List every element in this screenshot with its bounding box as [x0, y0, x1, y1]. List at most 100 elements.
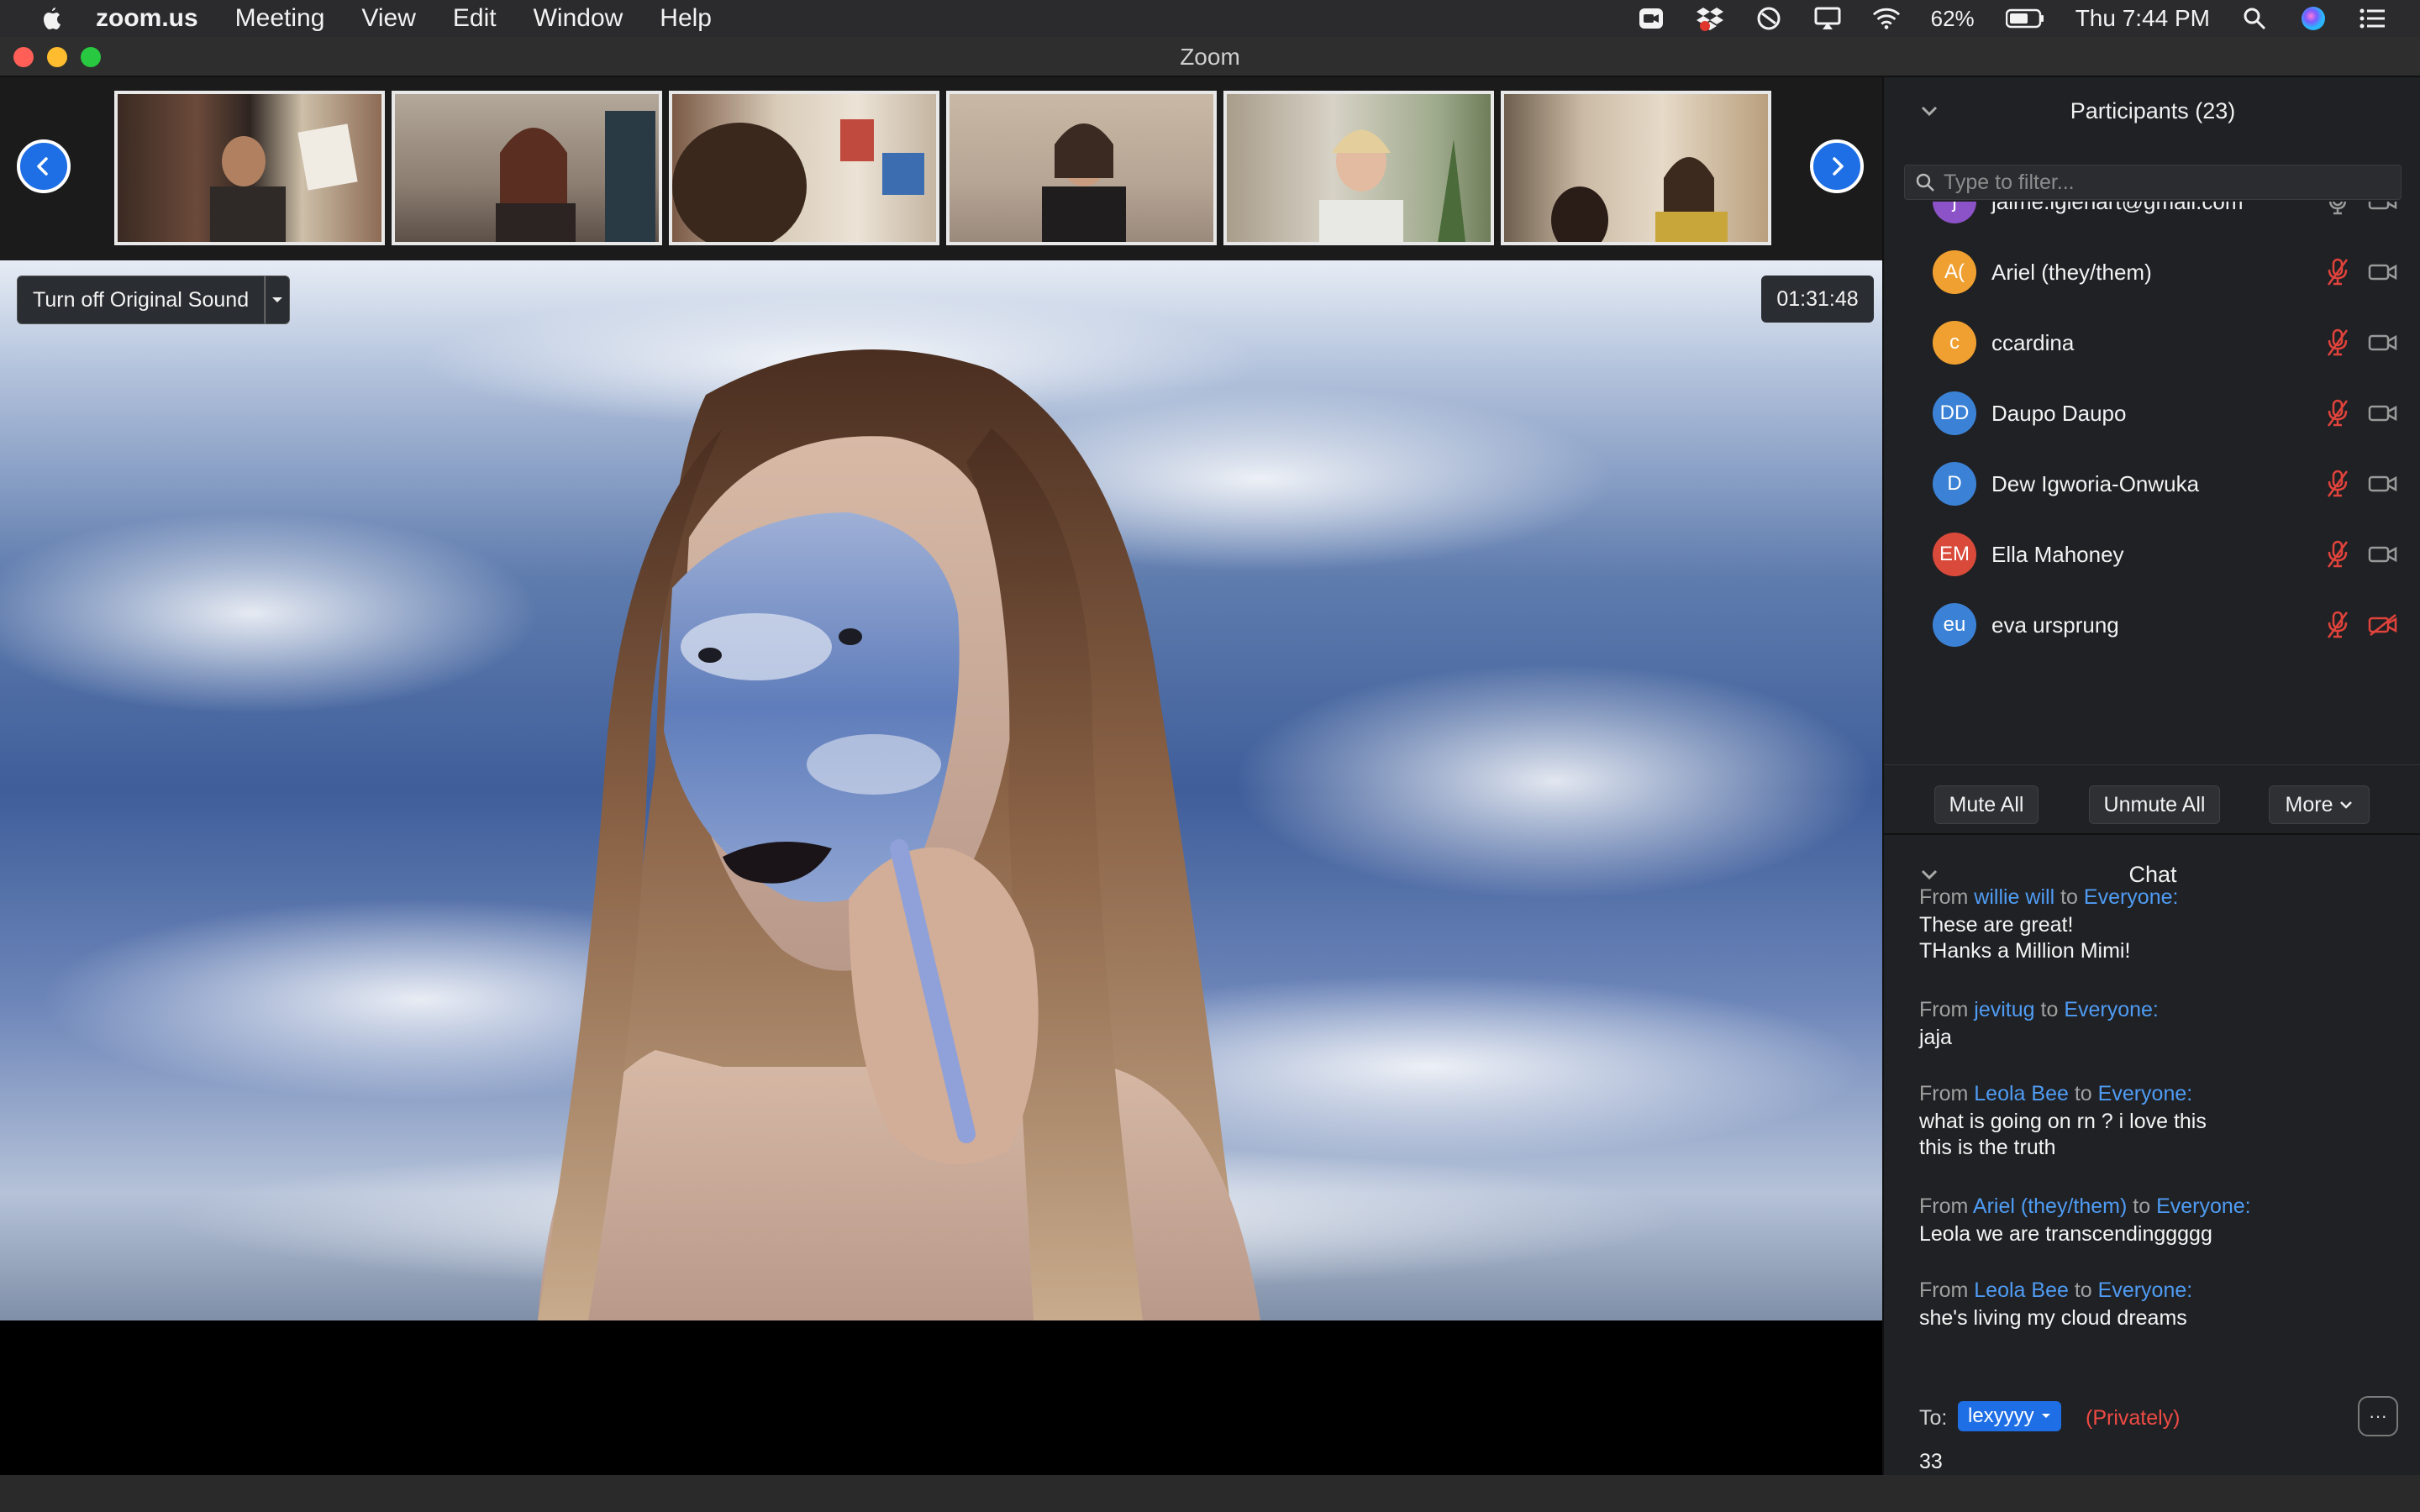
video-camera-icon[interactable]: [2366, 469, 2400, 499]
chat-message: From Leola Bee to Everyone: she's living …: [1919, 1278, 2407, 1331]
chat-message-text: this is the truth: [1919, 1136, 2056, 1159]
active-speaker-video[interactable]: [0, 260, 1882, 1320]
chat-sender[interactable]: Leola Bee: [1974, 1278, 2069, 1302]
video-off-icon[interactable]: [2366, 610, 2400, 640]
menu-bar: zoom.us Meeting View Edit Window Help 62…: [0, 0, 2420, 37]
window-title: Zoom: [1180, 44, 1240, 70]
side-panel: Participants (23) j jaime.iglehart@gmail.…: [1882, 77, 2420, 1512]
mic-muted-icon[interactable]: [2324, 257, 2351, 287]
thumbnail-strip: [0, 77, 1882, 260]
participant-row[interactable]: D Dew Igworia-Onwuka: [1884, 449, 2420, 519]
chat-message: From Leola Bee to Everyone: what is going…: [1919, 1082, 2407, 1160]
mute-all-button[interactable]: Mute All: [1934, 785, 2039, 824]
chat-message: From jevitug to Everyone: jaja: [1919, 998, 2407, 1050]
chat-recipient-select[interactable]: lexyyyy: [1958, 1401, 2061, 1431]
participant-row[interactable]: eu eva ursprung: [1884, 590, 2420, 660]
menu-view[interactable]: View: [361, 4, 415, 33]
participant-name: Daupo Daupo: [1991, 400, 2127, 426]
participant-filter[interactable]: [1904, 165, 2402, 200]
menu-edit[interactable]: Edit: [453, 4, 497, 33]
participant-thumbnail[interactable]: [114, 91, 385, 245]
more-button-label: More: [2285, 792, 2333, 816]
video-camera-icon[interactable]: [2366, 398, 2400, 428]
collapse-chat-icon[interactable]: [1919, 864, 1939, 885]
chat-recipient[interactable]: Everyone:: [2064, 998, 2159, 1021]
chat-to-word: to: [2074, 1278, 2092, 1302]
chat-from-label: From: [1919, 885, 1969, 909]
original-sound-control: Turn off Original Sound: [17, 276, 291, 324]
participant-thumbnail[interactable]: [669, 91, 939, 245]
chat-sender[interactable]: jevitug: [1974, 998, 2034, 1021]
video-camera-icon[interactable]: [2366, 257, 2400, 287]
participant-row[interactable]: c ccardina: [1884, 307, 2420, 378]
previous-page-button[interactable]: [17, 139, 71, 193]
control-center-icon[interactable]: [2358, 6, 2386, 31]
avatar: eu: [1933, 603, 1976, 647]
chat-recipient[interactable]: Everyone:: [2098, 1082, 2193, 1105]
search-icon: [1916, 173, 1934, 192]
chat-to-word: to: [2074, 1082, 2092, 1105]
participants-header: Participants (23): [1884, 77, 2420, 144]
wifi-icon[interactable]: [1872, 6, 1901, 31]
participant-filter-input[interactable]: [1944, 170, 2401, 195]
airplay-icon[interactable]: [1813, 6, 1842, 31]
search-icon[interactable]: [2240, 6, 2269, 31]
mic-muted-icon[interactable]: [2324, 610, 2351, 640]
unmute-all-button[interactable]: Unmute All: [2089, 785, 2220, 824]
chat-message-text: she's living my cloud dreams: [1919, 1306, 2187, 1330]
more-button[interactable]: More: [2269, 785, 2370, 824]
participant-thumbnail[interactable]: [392, 91, 662, 245]
participant-thumbnail[interactable]: [1223, 91, 1494, 245]
participant-name: Ariel (they/them): [1991, 259, 2152, 285]
siri-icon[interactable]: [2299, 6, 2328, 31]
chat-more-options-button[interactable]: ···: [2358, 1396, 2398, 1436]
zoom-status-icon[interactable]: [1637, 6, 1665, 31]
menu-meeting[interactable]: Meeting: [235, 4, 325, 33]
mic-muted-icon[interactable]: [2324, 398, 2351, 428]
participant-thumbnail[interactable]: [946, 91, 1217, 245]
participant-name: eva ursprung: [1991, 612, 2119, 638]
mic-muted-icon[interactable]: [2324, 539, 2351, 570]
dock-strip: [0, 1475, 2420, 1512]
chat-recipient[interactable]: Everyone:: [2098, 1278, 2193, 1302]
chat-message-text: Leola we are transcendinggggg: [1919, 1222, 2212, 1246]
mic-icon[interactable]: [2324, 202, 2351, 217]
chat-message-text: These are great!: [1919, 913, 2074, 937]
chevron-left-icon: [37, 157, 48, 176]
chat-message-input[interactable]: [1919, 1450, 2390, 1474]
menu-help[interactable]: Help: [660, 4, 712, 33]
mic-muted-icon[interactable]: [2324, 469, 2351, 499]
turn-off-original-sound-button[interactable]: Turn off Original Sound: [17, 276, 266, 324]
chat-recipient[interactable]: Everyone:: [2156, 1194, 2251, 1218]
chat-recipient[interactable]: Everyone:: [2084, 885, 2179, 909]
chat-to-word: to: [2060, 885, 2078, 909]
participant-row[interactable]: j jaime.iglehart@gmail.com: [1884, 202, 2420, 237]
participant-name: Ella Mahoney: [1991, 541, 2124, 567]
chat-sender[interactable]: Leola Bee: [1974, 1082, 2069, 1105]
chat-message-header: From Leola Bee to Everyone:: [1919, 1278, 2407, 1303]
original-sound-dropdown[interactable]: [265, 276, 291, 324]
do-not-disturb-icon[interactable]: [1754, 6, 1783, 31]
mic-muted-icon[interactable]: [2324, 328, 2351, 358]
menu-app-name[interactable]: zoom.us: [96, 4, 198, 33]
participant-row[interactable]: EM Ella Mahoney: [1884, 519, 2420, 590]
chat-message-text: THanks a Million Mimi!: [1919, 939, 2131, 963]
battery-icon[interactable]: [2005, 6, 2045, 31]
collapse-participants-icon[interactable]: [1919, 101, 1939, 121]
video-camera-icon[interactable]: [2366, 539, 2400, 570]
menu-window[interactable]: Window: [534, 4, 623, 33]
participant-row[interactable]: DD Daupo Daupo: [1884, 378, 2420, 449]
chat-recipient-name: lexyyyy: [1968, 1404, 2034, 1427]
participant-list: j jaime.iglehart@gmail.com A(Ariel (they/t…: [1884, 202, 2420, 761]
chat-sender[interactable]: willie will: [1974, 885, 2054, 909]
video-camera-icon[interactable]: [2366, 328, 2400, 358]
video-camera-icon[interactable]: [2366, 202, 2400, 217]
dropbox-icon[interactable]: [1696, 6, 1724, 31]
next-page-button[interactable]: [1810, 139, 1864, 193]
participant-row[interactable]: A(Ariel (they/them): [1884, 237, 2420, 307]
apple-icon[interactable]: [34, 0, 71, 37]
chat-message-text: what is going on rn ? i love this: [1919, 1110, 2207, 1133]
clock[interactable]: Thu 7:44 PM: [2075, 5, 2210, 32]
participant-thumbnail[interactable]: [1501, 91, 1771, 245]
chat-sender[interactable]: Ariel (they/them): [1973, 1194, 2127, 1218]
